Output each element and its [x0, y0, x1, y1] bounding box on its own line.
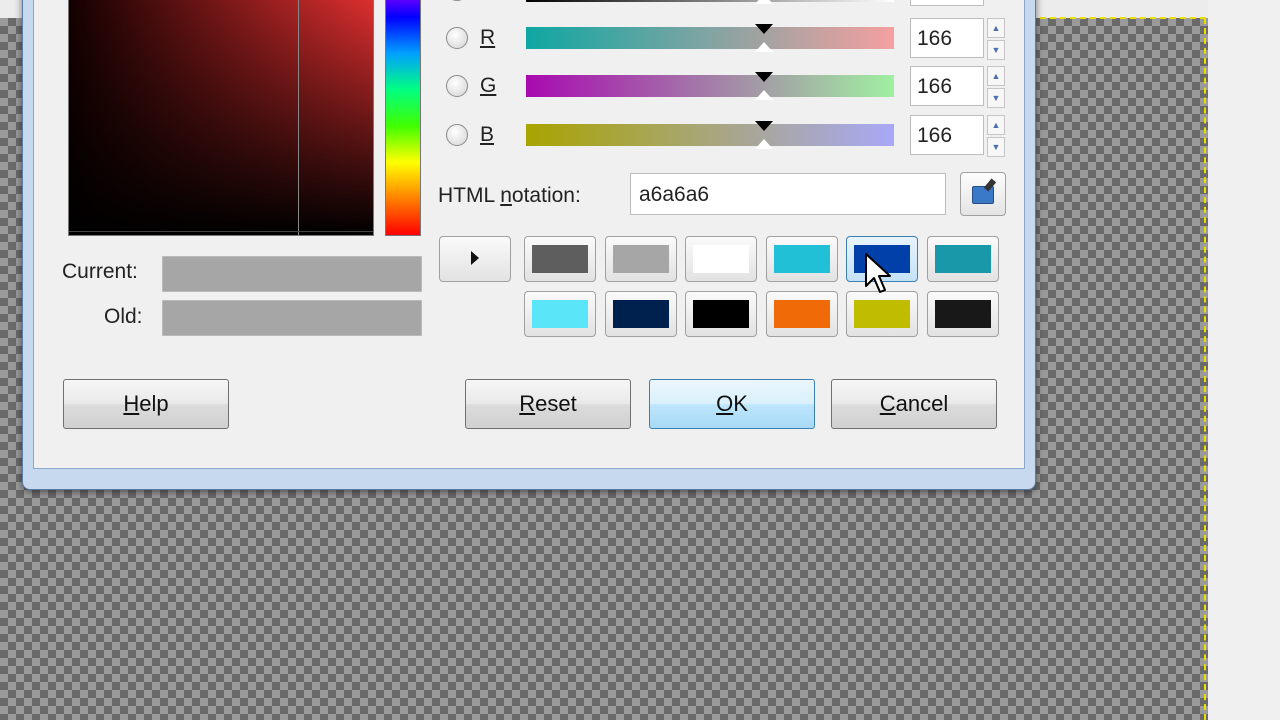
radio-value-channel[interactable]	[446, 0, 468, 1]
sv-gradient	[69, 0, 373, 235]
window-background	[1208, 0, 1280, 720]
palette-color-button[interactable]	[765, 236, 838, 282]
channel-label-g: G	[480, 74, 497, 97]
palette-swatch	[934, 300, 991, 328]
current-color-swatch	[162, 256, 422, 292]
palette-swatch	[532, 245, 588, 273]
slider-value-channel[interactable]	[526, 0, 894, 4]
expand-arrow-icon	[471, 251, 479, 265]
slider-b-channel[interactable]	[526, 121, 894, 149]
spin-buttons-value[interactable]: ▼	[987, 0, 1005, 16]
slider-thumb-top[interactable]	[755, 121, 773, 131]
color-picker-button[interactable]	[960, 172, 1006, 216]
spin-up-button[interactable]: ▲	[987, 115, 1005, 135]
layer-boundary-top	[1030, 17, 1206, 19]
slider-g-channel[interactable]	[526, 72, 894, 100]
mouse-cursor-icon	[865, 253, 891, 293]
spin-value-channel[interactable]	[910, 0, 984, 6]
spin-g-value[interactable]: 166	[910, 66, 984, 106]
palette-color-button[interactable]	[926, 236, 999, 282]
slider-thumb-bottom[interactable]	[755, 90, 773, 100]
html-notation-label: HTML notation:	[438, 184, 581, 207]
spin-buttons-g[interactable]: ▲ ▼	[987, 66, 1005, 108]
palette-expand-button[interactable]	[439, 236, 511, 282]
html-notation-input[interactable]: a6a6a6	[630, 173, 946, 215]
spin-down-button[interactable]: ▼	[987, 137, 1005, 157]
palette-swatch	[773, 245, 830, 273]
slider-thumb-bottom[interactable]	[755, 42, 773, 52]
current-label: Current:	[62, 260, 138, 283]
palette-color-button[interactable]	[685, 291, 757, 337]
palette-color-button[interactable]	[926, 291, 999, 337]
hue-slider[interactable]	[385, 0, 421, 236]
palette-swatch	[532, 300, 588, 328]
spin-buttons-r[interactable]: ▲ ▼	[987, 18, 1005, 60]
color-dialog: Current: Old: ▼ R166▲▼G166▲▼B166▲▼ HTML …	[22, 0, 1036, 490]
spin-down-button[interactable]: ▼	[987, 88, 1005, 108]
channel-label-b: B	[480, 123, 495, 146]
old-label: Old:	[104, 305, 143, 328]
palette-color-button[interactable]	[846, 291, 918, 337]
channel-label-r: R	[480, 26, 496, 49]
palette-swatch	[854, 300, 910, 328]
spin-b-value[interactable]: 166	[910, 115, 984, 155]
slider-thumb[interactable]	[755, 0, 773, 4]
radio-g-channel[interactable]	[446, 75, 468, 97]
radio-b-channel[interactable]	[446, 124, 468, 146]
radio-r-channel[interactable]	[446, 27, 468, 49]
slider-thumb-top[interactable]	[755, 24, 773, 34]
spin-down-button[interactable]: ▼	[987, 40, 1005, 60]
dialog-client-area: Current: Old: ▼ R166▲▼G166▲▼B166▲▼ HTML …	[33, 0, 1025, 469]
palette-swatch	[612, 300, 669, 328]
palette-swatch	[612, 245, 669, 273]
old-color-swatch	[162, 300, 422, 336]
spin-r-value[interactable]: 166	[910, 18, 984, 58]
palette-swatch	[693, 300, 749, 328]
palette-color-button[interactable]	[685, 236, 757, 282]
eyedropper-pen-icon	[983, 178, 997, 192]
slider-thumb-top[interactable]	[755, 72, 773, 82]
slider-thumb-bottom[interactable]	[755, 139, 773, 149]
sv-crosshair-vertical	[298, 0, 299, 235]
palette-color-button[interactable]	[765, 291, 838, 337]
sv-crosshair-horizontal	[69, 231, 373, 232]
spin-buttons-b[interactable]: ▲ ▼	[987, 115, 1005, 157]
layer-boundary	[1204, 18, 1206, 720]
palette-swatch	[773, 300, 830, 328]
palette-swatch	[693, 245, 749, 273]
cancel-button[interactable]: Cancel	[831, 379, 997, 429]
palette-color-button[interactable]	[524, 236, 596, 282]
slider-r-channel[interactable]	[526, 24, 894, 52]
palette-color-button[interactable]	[604, 291, 677, 337]
saturation-value-square[interactable]	[68, 0, 374, 236]
palette-color-button[interactable]	[524, 291, 596, 337]
palette-swatch	[934, 245, 991, 273]
reset-button[interactable]: Reset	[465, 379, 631, 429]
spin-up-button[interactable]: ▲	[987, 18, 1005, 38]
palette-color-button[interactable]	[604, 236, 677, 282]
spin-up-button[interactable]: ▲	[987, 66, 1005, 86]
help-button[interactable]: Help	[63, 379, 229, 429]
ok-button[interactable]: OK	[649, 379, 815, 429]
